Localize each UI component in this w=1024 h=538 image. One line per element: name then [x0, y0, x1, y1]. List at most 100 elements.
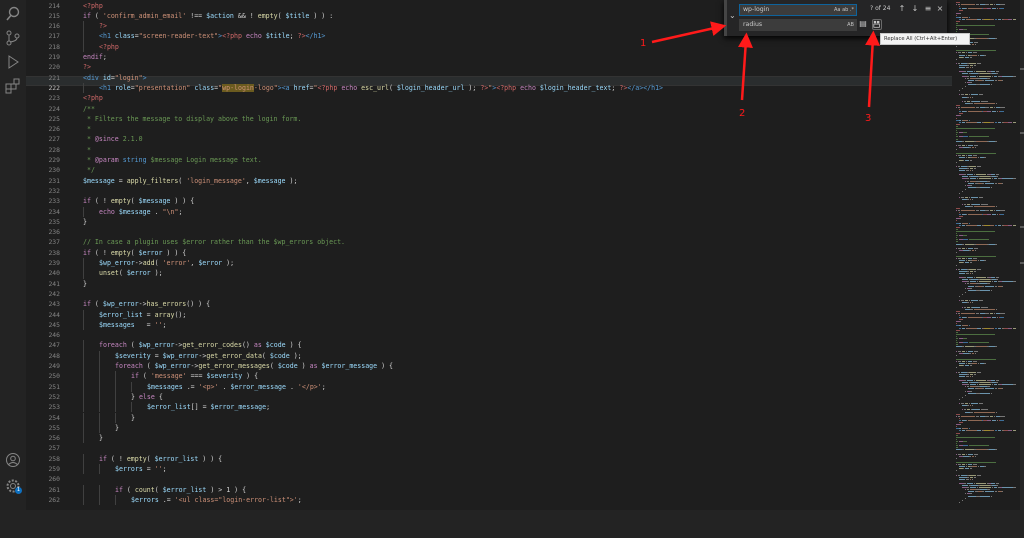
minimap-line: [1013, 75, 1016, 77]
minimap-line: [958, 235, 963, 237]
minimap-line: [957, 52, 962, 54]
minimap-line: [960, 403, 965, 405]
minimap-line: [990, 495, 992, 497]
minimap-line: [993, 487, 998, 489]
code-line: $messages = '';: [99, 320, 167, 329]
indent-guide: [83, 350, 84, 361]
code-editor[interactable]: 214 215 216 217 218 219 220 221 222 223 224 225 226 2…: [26, 0, 952, 510]
minimap-line: [1012, 121, 1016, 123]
code-line: <h1 role="presentation" class="wp-login-…: [99, 83, 664, 92]
minimap-line: [962, 487, 967, 489]
minimap-line: [967, 71, 974, 73]
code-line: *: [83, 125, 91, 134]
minimap-line: [960, 115, 961, 117]
minimap-line: [972, 203, 981, 205]
minimap-line: [956, 161, 957, 163]
minimap-line: [959, 90, 960, 92]
toggle-replace-icon[interactable]: ⌄: [729, 11, 737, 23]
minimap-line: [963, 146, 969, 148]
minimap-line: [1013, 487, 1016, 489]
minimap-line: [968, 239, 989, 241]
minimap-line: [959, 54, 966, 56]
minimap-line: [959, 314, 961, 316]
find-input[interactable]: wp-login Aa ab .*: [739, 4, 857, 16]
minimap-line: [976, 268, 981, 270]
minimap-line: [997, 491, 1002, 493]
minimap-line: [973, 205, 996, 207]
replace-input[interactable]: radius AB: [739, 19, 857, 31]
minimap-line: [976, 474, 981, 476]
minimap-line: [956, 436, 995, 438]
minimap-line: [960, 94, 965, 96]
minimap-line: [1002, 388, 1003, 390]
run-debug-icon[interactable]: [5, 54, 21, 70]
minimap-line: [995, 174, 999, 176]
code-line: if ( ! empty( $message ) ) {: [83, 197, 195, 206]
minimap-line: [969, 262, 972, 264]
find-options[interactable]: Aa ab .*: [834, 5, 854, 15]
minimap-line: [966, 203, 970, 205]
minimap-line: [970, 75, 977, 77]
minimap-line: [975, 415, 980, 417]
source-control-icon[interactable]: [5, 30, 21, 46]
account-icon[interactable]: [5, 452, 21, 468]
line-number: 242: [48, 289, 60, 298]
minimap-line: [984, 79, 995, 81]
minimap-line: [1004, 224, 1008, 226]
minimap-line: [985, 107, 990, 108]
vertical-scrollbar[interactable]: [1020, 0, 1024, 510]
minimap-line: [995, 346, 998, 348]
find-in-selection-icon[interactable]: ≡: [923, 4, 933, 14]
minimap-line: [961, 464, 966, 465]
indent-guide: [83, 258, 84, 269]
minimap-line: [962, 499, 963, 501]
line-number: 258: [48, 454, 60, 463]
minimap-line: [990, 224, 995, 226]
minimap-line: [965, 67, 970, 69]
minimap-line: [959, 319, 963, 321]
minimap-line: [972, 54, 978, 56]
minimap-line: [979, 363, 984, 365]
line-number: 220: [48, 63, 60, 72]
minimap-line: [990, 289, 992, 291]
preserve-case-option[interactable]: AB: [847, 20, 854, 30]
code-line: */: [83, 166, 95, 175]
minimap-line: [990, 121, 995, 123]
minimap-line: [960, 62, 967, 64]
minimap-line: [963, 338, 968, 339]
minimap-line: [996, 485, 999, 486]
minimap-line: [956, 461, 996, 463]
extensions-icon[interactable]: [5, 78, 21, 94]
line-number: 215: [48, 11, 60, 20]
minimap-line: [991, 214, 997, 216]
minimap-line: [968, 182, 975, 184]
replace-icon[interactable]: ▤: [858, 19, 868, 29]
minimap-line: [995, 482, 999, 484]
minimap-line: [961, 350, 966, 352]
minimap-line: [987, 8, 992, 10]
code-line: // In case a plugin uses $error rather t…: [83, 238, 346, 247]
code-area[interactable]: <?php if ( 'confirm_admin_email' !== $act…: [83, 0, 952, 510]
minimap-line: [960, 268, 967, 270]
code-line: }: [83, 217, 87, 226]
minimap-line: [1002, 79, 1003, 81]
minimap-line: [967, 144, 974, 146]
minimap-line: [989, 4, 994, 6]
minimap-line: [956, 367, 957, 369]
minimap-line: [963, 249, 969, 251]
minimap-line: [973, 65, 976, 66]
search-icon[interactable]: [5, 6, 21, 22]
line-number: 219: [48, 53, 60, 61]
minimap[interactable]: [952, 0, 1020, 510]
minimap-line: [962, 178, 967, 180]
minimap-line: [960, 209, 976, 211]
close-icon[interactable]: ×: [935, 4, 945, 14]
next-match-icon[interactable]: ↓: [910, 4, 920, 14]
minimap-line: [972, 157, 978, 159]
minimap-line: [959, 159, 963, 161]
minimap-line: [1013, 178, 1016, 180]
replace-all-button[interactable]: [872, 19, 882, 30]
previous-match-icon[interactable]: ↑: [897, 4, 907, 14]
minimap-line: [991, 419, 997, 421]
